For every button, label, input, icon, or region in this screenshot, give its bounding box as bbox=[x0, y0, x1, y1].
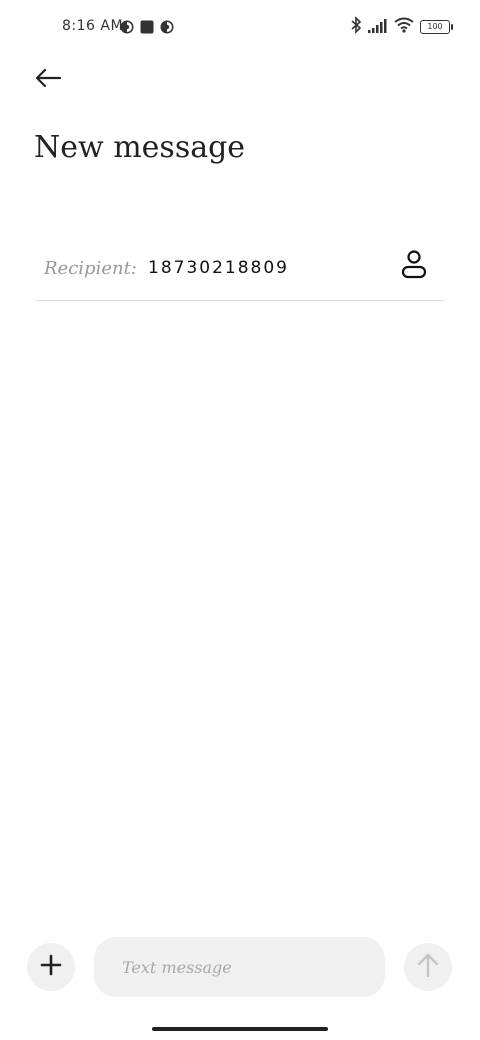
recipient-row: Recipient: bbox=[36, 240, 444, 301]
message-input[interactable] bbox=[94, 937, 385, 997]
home-indicator[interactable] bbox=[152, 1027, 328, 1031]
arrow-left-icon bbox=[34, 68, 62, 92]
arrow-up-icon bbox=[417, 952, 439, 982]
page-title: New message bbox=[34, 130, 246, 165]
send-button[interactable] bbox=[404, 943, 452, 991]
notification-square-icon bbox=[140, 19, 154, 38]
system-status-icons: 100 bbox=[350, 16, 453, 38]
signal-icon bbox=[368, 18, 388, 37]
contact-picker-button[interactable] bbox=[398, 250, 430, 282]
wifi-icon bbox=[394, 17, 414, 37]
back-button[interactable] bbox=[26, 62, 70, 98]
bluetooth-icon bbox=[350, 16, 362, 38]
notification-app-icon bbox=[160, 19, 174, 38]
notification-icons bbox=[120, 19, 174, 38]
status-time: 8:16 AM bbox=[62, 18, 124, 34]
recipient-label: Recipient: bbox=[44, 258, 137, 279]
plus-icon bbox=[40, 954, 62, 980]
attach-button[interactable] bbox=[27, 943, 75, 991]
status-bar: 8:16 AM 100 bbox=[0, 0, 480, 56]
recipient-input[interactable] bbox=[148, 258, 368, 278]
battery-icon: 100 bbox=[420, 20, 453, 34]
compose-bar bbox=[0, 934, 480, 1000]
notification-app-icon bbox=[120, 19, 134, 38]
person-icon bbox=[400, 249, 428, 283]
